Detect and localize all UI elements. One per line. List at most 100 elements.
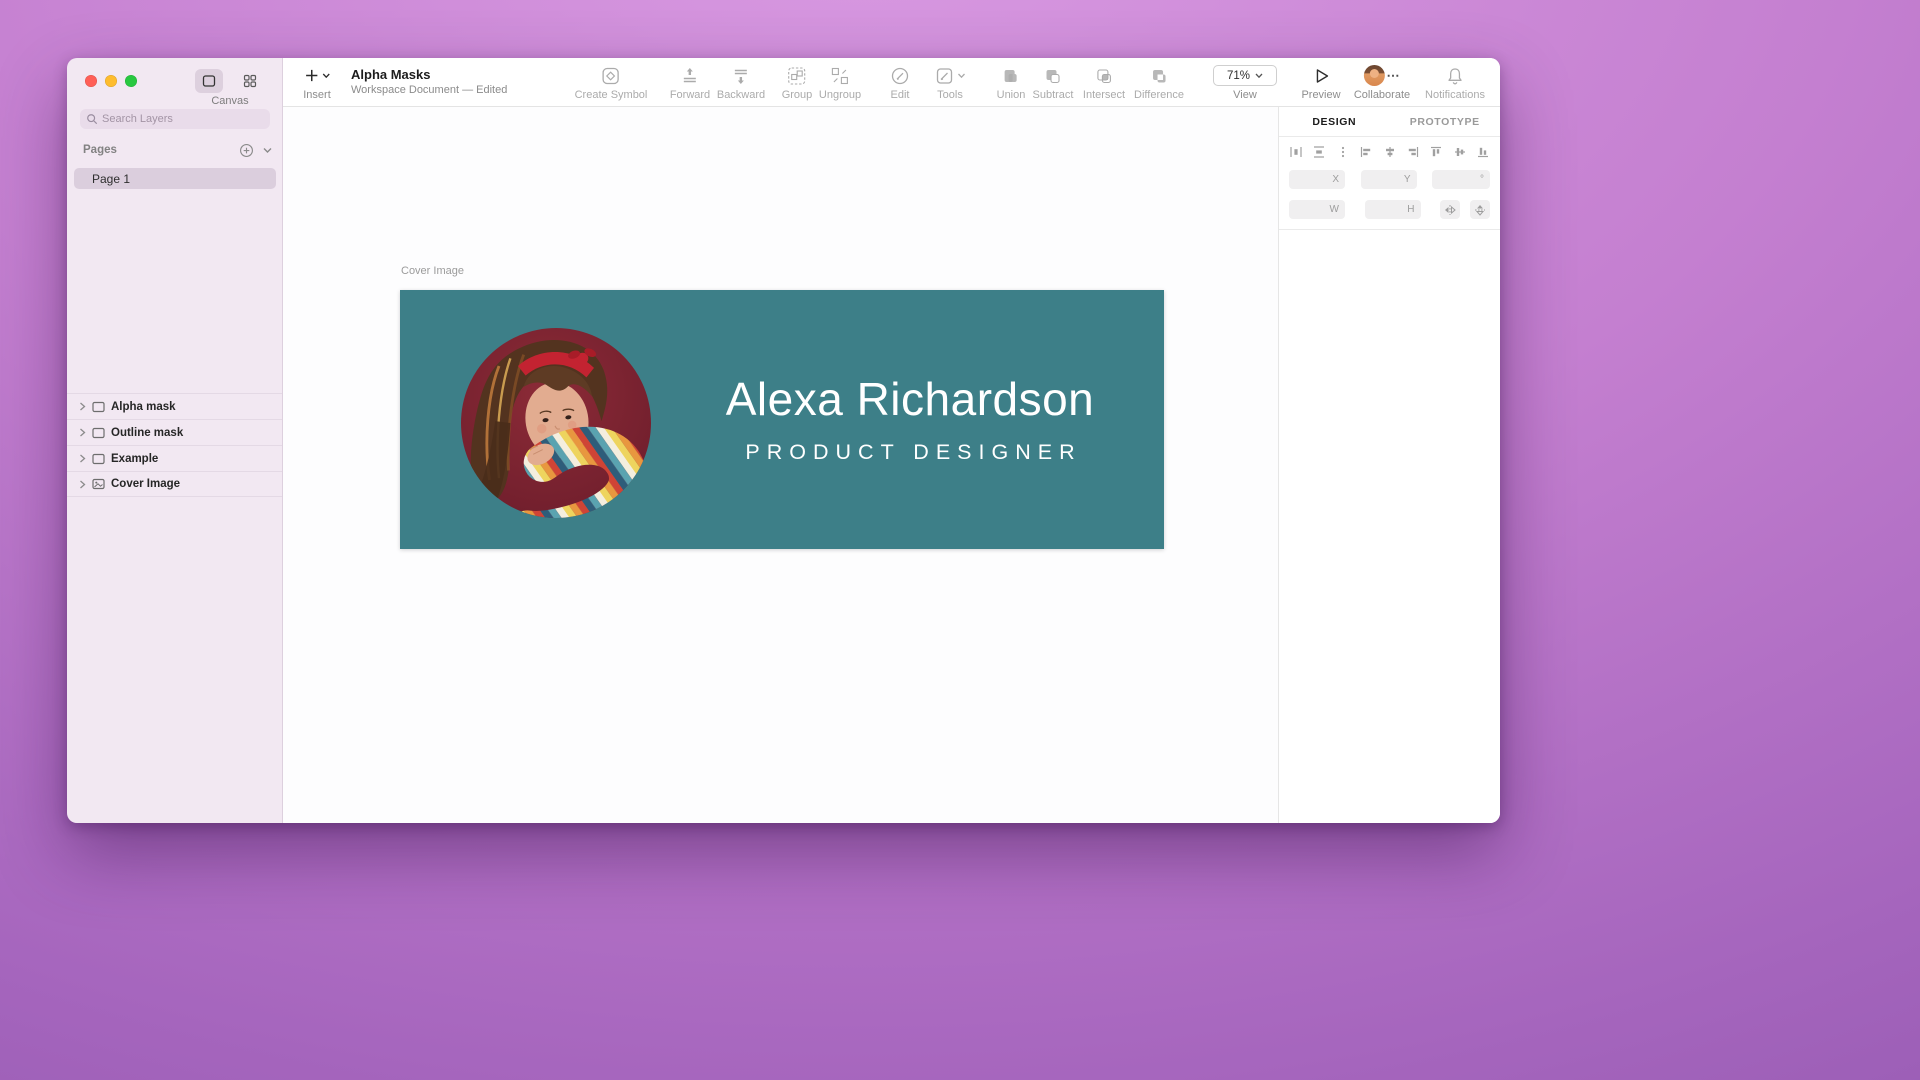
notifications-button[interactable]: Notifications [1425, 65, 1485, 101]
artboard-cover-image[interactable]: Alexa Richardson PRODUCT DESIGNER [400, 290, 1164, 549]
layer-row-example[interactable]: Example [67, 445, 282, 471]
portrait-photo[interactable] [461, 328, 651, 518]
sidebar: Canvas Pages Page 1 [67, 58, 283, 823]
components-view-toggle[interactable] [236, 69, 264, 93]
chevron-down-icon [958, 73, 965, 78]
tab-prototype[interactable]: PROTOTYPE [1390, 116, 1501, 128]
edit-icon [891, 67, 909, 84]
components-grid-icon [243, 74, 257, 88]
align-middle-button[interactable] [1453, 145, 1467, 159]
flip-vertical-icon [1475, 204, 1485, 216]
alignment-row [1289, 144, 1490, 159]
align-left-button[interactable] [1359, 145, 1373, 159]
main-column: Insert Alpha Masks Workspace Document — … [283, 58, 1500, 823]
flip-horizontal-button[interactable] [1440, 200, 1460, 219]
tools-icon [936, 67, 953, 84]
position-row: X Y ° [1289, 170, 1490, 189]
cover-name-text[interactable]: Alexa Richardson [700, 372, 1120, 426]
window-controls [85, 75, 137, 87]
tidy-button[interactable] [1336, 145, 1350, 159]
preview-button[interactable]: Preview [1301, 65, 1341, 101]
page-list-item[interactable]: Page 1 [74, 168, 276, 189]
disclosure-chevron-icon[interactable] [79, 402, 86, 411]
disclosure-chevron-icon[interactable] [79, 428, 86, 437]
canvas-area[interactable]: Cover Image Alexa Richardson PRODUCT DES… [283, 107, 1278, 823]
intersect-icon [1097, 68, 1112, 83]
group-icon [788, 66, 806, 85]
union-icon [1005, 69, 1017, 82]
inspector-panel: DESIGN PROTOTYPE X Y ° W H [1278, 107, 1500, 823]
search-icon [87, 114, 98, 125]
union-button[interactable]: Union [997, 65, 1025, 101]
difference-icon [1153, 69, 1166, 82]
artboard-icon [92, 401, 105, 413]
difference-button[interactable]: Difference [1134, 65, 1184, 101]
pages-collapse-chevron[interactable] [263, 147, 272, 154]
subtract-button[interactable]: Subtract [1033, 65, 1073, 101]
ungroup-button[interactable]: Ungroup [819, 65, 861, 101]
size-row: W H [1289, 200, 1490, 219]
align-center-horizontal-button[interactable] [1383, 145, 1397, 159]
move-forward-icon [684, 67, 696, 82]
move-forward-button[interactable]: Forward [670, 65, 710, 101]
disclosure-chevron-icon[interactable] [79, 454, 86, 463]
x-field[interactable]: X [1289, 170, 1345, 189]
document-title: Alpha Masks [351, 67, 431, 82]
cover-role-text[interactable]: PRODUCT DESIGNER [700, 440, 1120, 465]
pages-header: Pages [83, 142, 272, 158]
layer-label: Alpha mask [111, 400, 176, 413]
distribute-horizontal-button[interactable] [1289, 145, 1303, 159]
layer-row-cover-image[interactable]: Cover Image [67, 471, 282, 497]
layer-row-alpha-mask[interactable]: Alpha mask [67, 393, 282, 419]
layer-search[interactable] [80, 109, 270, 129]
layer-label: Outline mask [111, 426, 184, 439]
distribute-vertical-button[interactable] [1312, 145, 1326, 159]
inspector-tabs: DESIGN PROTOTYPE [1279, 107, 1500, 137]
search-input[interactable] [102, 113, 264, 125]
intersect-button[interactable]: Intersect [1083, 65, 1125, 101]
height-field[interactable]: H [1364, 200, 1421, 219]
zoom-value: 71% [1226, 69, 1251, 82]
document-subtitle: Workspace Document — Edited [351, 84, 508, 96]
flip-vertical-button[interactable] [1470, 200, 1490, 219]
create-symbol-button[interactable]: Create Symbol [575, 65, 647, 101]
rotation-field[interactable]: ° [1432, 170, 1490, 189]
zoom-dropdown[interactable]: 71% [1213, 65, 1277, 86]
minimize-window-button[interactable] [105, 75, 117, 87]
view-caption: Canvas [211, 95, 249, 107]
canvas-view-toggle[interactable] [195, 69, 223, 93]
align-bottom-button[interactable] [1476, 145, 1490, 159]
group-button[interactable]: Group [782, 65, 812, 101]
flip-horizontal-icon [1445, 204, 1456, 215]
layer-row-outline-mask[interactable]: Outline mask [67, 419, 282, 445]
insert-button[interactable]: Insert [303, 65, 331, 101]
plus-icon [305, 69, 318, 82]
align-top-button[interactable] [1429, 145, 1443, 159]
move-backward-icon [734, 69, 747, 84]
ungroup-icon [831, 67, 849, 84]
tab-design[interactable]: DESIGN [1279, 116, 1390, 128]
artboard-title[interactable]: Cover Image [401, 265, 464, 277]
chevron-down-icon [322, 73, 330, 78]
add-page-button[interactable] [239, 143, 254, 158]
move-backward-button[interactable]: Backward [717, 65, 765, 101]
insert-label: Insert [303, 89, 331, 101]
edit-button[interactable]: Edit [890, 65, 910, 101]
disclosure-chevron-icon[interactable] [79, 480, 86, 489]
zoom-window-button[interactable] [125, 75, 137, 87]
artboard-icon [92, 453, 105, 465]
y-field[interactable]: Y [1360, 170, 1417, 189]
close-window-button[interactable] [85, 75, 97, 87]
pages-title: Pages [83, 144, 117, 156]
width-field[interactable]: W [1289, 200, 1345, 219]
zoom-view-control[interactable]: 71% View [1213, 65, 1277, 101]
bell-icon [1448, 67, 1462, 84]
subtract-icon [1047, 69, 1061, 83]
tools-button[interactable]: Tools [935, 65, 966, 101]
image-icon [92, 478, 105, 490]
document-title-block: Alpha Masks Workspace Document — Edited [351, 67, 507, 96]
align-right-button[interactable] [1406, 145, 1420, 159]
flip-buttons [1440, 200, 1490, 219]
collaborate-button[interactable]: ⋯ Collaborate [1354, 65, 1410, 101]
play-icon [1316, 68, 1328, 83]
